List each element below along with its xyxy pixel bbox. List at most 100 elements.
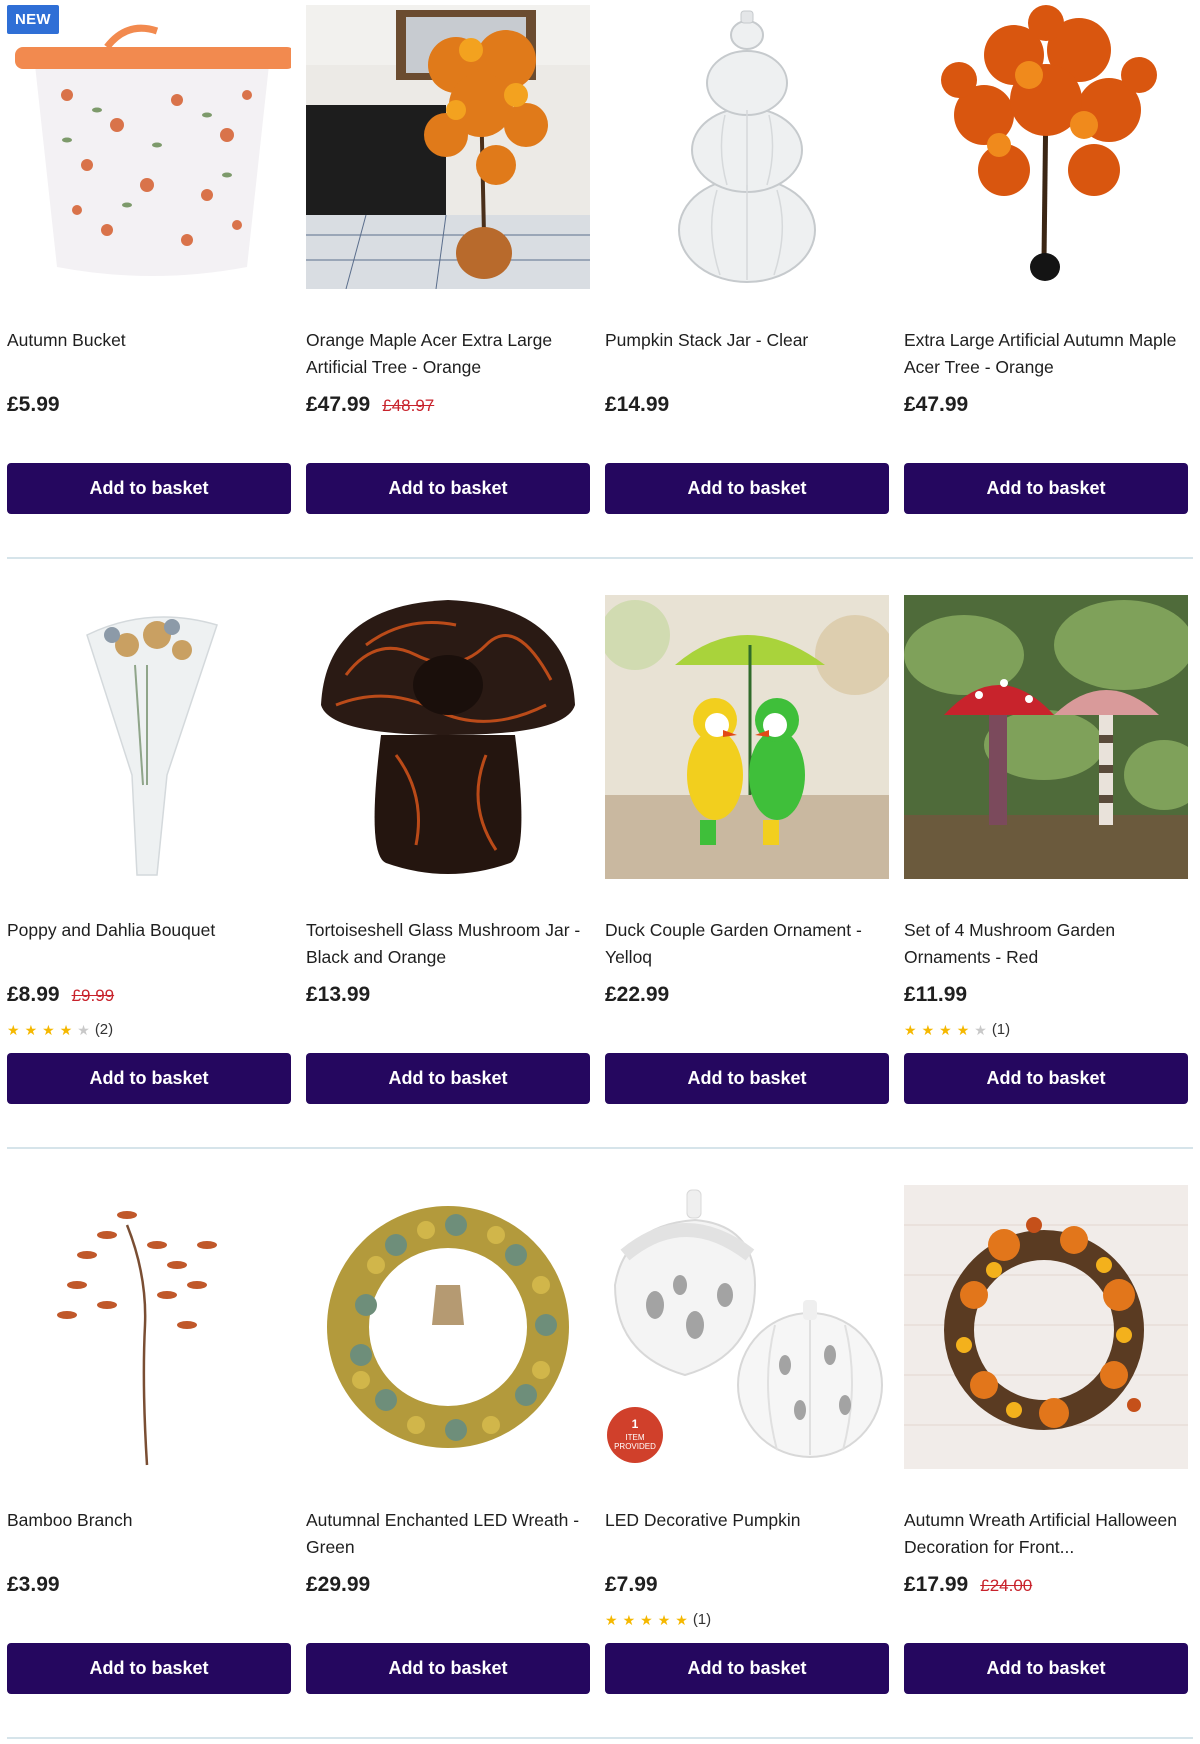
pumpkin-jar-image <box>678 10 816 283</box>
star-rating[interactable]: ★ ★ ★ ★ ★ (1) <box>904 1021 1010 1038</box>
was-price: £48.97 <box>382 396 435 415</box>
product-row: NEW Autumn Bucket £5.99 Add to basket Or… <box>7 5 1193 559</box>
product-price: £13.99 <box>306 983 371 1006</box>
star-icon: ★ <box>640 1611 653 1628</box>
add-to-basket-button[interactable]: Add to basket <box>7 1053 291 1104</box>
add-to-basket-button[interactable]: Add to basket <box>605 463 889 514</box>
row-divider <box>7 1147 1193 1149</box>
row-divider <box>7 1737 1193 1739</box>
price-block: £13.99 <box>306 983 370 1007</box>
product-grid: NEW Autumn Bucket £5.99 Add to basket Or… <box>7 5 1193 1739</box>
product-image[interactable] <box>306 595 590 879</box>
product-name[interactable]: Set of 4 Mushroom Garden Ornaments - Red <box>904 917 1188 971</box>
product-image[interactable] <box>904 1185 1188 1469</box>
product-price: £22.99 <box>605 983 670 1006</box>
star-icon: ★ <box>605 1611 618 1628</box>
product-name[interactable]: Duck Couple Garden Ornament - Yelloq <box>605 917 889 971</box>
product-card: Autumn Wreath Artificial Halloween Decor… <box>904 1185 1188 1739</box>
product-name[interactable]: LED Decorative Pumpkin <box>605 1507 889 1534</box>
product-name[interactable]: Extra Large Artificial Autumn Maple Acer… <box>904 327 1188 381</box>
add-to-basket-button[interactable]: Add to basket <box>904 463 1188 514</box>
add-to-basket-button[interactable]: Add to basket <box>306 1643 590 1694</box>
product-card: 1 ITEM PROVIDED LED Decorative Pumpkin £… <box>605 1185 889 1739</box>
star-icon: ★ <box>939 1021 952 1038</box>
price-block: £11.99 <box>904 983 967 1007</box>
star-icon: ★ <box>675 1611 688 1628</box>
product-card: Set of 4 Mushroom Garden Ornaments - Red… <box>904 595 1188 1149</box>
product-card: NEW Autumn Bucket £5.99 Add to basket <box>7 5 291 559</box>
was-price: £9.99 <box>71 986 115 1005</box>
add-to-basket-button[interactable]: Add to basket <box>605 1643 889 1694</box>
product-card: Autumnal Enchanted LED Wreath - Green £2… <box>306 1185 590 1739</box>
product-name[interactable]: Poppy and Dahlia Bouquet <box>7 917 291 944</box>
star-icon: ★ <box>657 1611 671 1628</box>
price-block: £3.99 <box>7 1573 60 1597</box>
product-name[interactable]: Autumn Wreath Artificial Halloween Decor… <box>904 1507 1188 1561</box>
large-maple-tree-image <box>941 5 1157 281</box>
mushroom-jar-image <box>321 600 575 874</box>
review-count: (1) <box>991 1021 1011 1038</box>
product-image[interactable] <box>605 595 889 879</box>
product-row: Poppy and Dahlia Bouquet £8.99 £9.99 ★ ★… <box>7 595 1193 1149</box>
product-name[interactable]: Orange Maple Acer Extra Large Artificial… <box>306 327 590 381</box>
add-to-basket-button[interactable]: Add to basket <box>904 1643 1188 1694</box>
price-block: £22.99 <box>605 983 669 1007</box>
product-name[interactable]: Autumnal Enchanted LED Wreath - Green <box>306 1507 590 1561</box>
item-provided-sticker-count: 1 <box>632 1417 639 1431</box>
star-icon: ★ <box>42 1021 55 1038</box>
product-name[interactable]: Tortoiseshell Glass Mushroom Jar - Black… <box>306 917 590 971</box>
add-to-basket-button[interactable]: Add to basket <box>306 1053 590 1104</box>
autumn-bucket-image <box>15 24 291 276</box>
product-image[interactable] <box>306 5 590 289</box>
star-icon: ★ <box>7 1021 20 1038</box>
price-block: £5.99 <box>7 393 60 417</box>
add-to-basket-button[interactable]: Add to basket <box>904 1053 1188 1104</box>
product-card: Orange Maple Acer Extra Large Artificial… <box>306 5 590 559</box>
review-count: (2) <box>94 1021 114 1038</box>
mushroom-ornaments-image <box>904 595 1188 879</box>
review-count: (1) <box>692 1611 712 1628</box>
product-name[interactable]: Autumn Bucket <box>7 327 291 354</box>
product-image[interactable] <box>904 595 1188 879</box>
product-card: Extra Large Artificial Autumn Maple Acer… <box>904 5 1188 559</box>
product-name[interactable]: Bamboo Branch <box>7 1507 291 1534</box>
product-image[interactable] <box>605 5 889 289</box>
product-image[interactable] <box>904 5 1188 289</box>
product-card: Poppy and Dahlia Bouquet £8.99 £9.99 ★ ★… <box>7 595 291 1149</box>
add-to-basket-button[interactable]: Add to basket <box>605 1053 889 1104</box>
product-card: Tortoiseshell Glass Mushroom Jar - Black… <box>306 595 590 1149</box>
product-image[interactable] <box>7 1185 291 1469</box>
price-block: £7.99 <box>605 1573 658 1597</box>
was-price: £24.00 <box>980 1576 1033 1595</box>
item-provided-sticker-line1: ITEM <box>625 1433 644 1442</box>
product-image[interactable] <box>306 1185 590 1469</box>
product-card: Duck Couple Garden Ornament - Yelloq £22… <box>605 595 889 1149</box>
product-price: £29.99 <box>306 1573 371 1596</box>
product-price: £11.99 <box>904 983 968 1006</box>
product-price: £47.99 <box>306 393 371 416</box>
add-to-basket-button[interactable]: Add to basket <box>7 463 291 514</box>
price-block: £14.99 <box>605 393 669 417</box>
star-rating[interactable]: ★ ★ ★ ★ ★ (2) <box>7 1021 113 1038</box>
led-wreath-image <box>327 1206 569 1448</box>
product-price: £17.99 <box>904 1573 969 1596</box>
led-pumpkin-image: 1 ITEM PROVIDED <box>607 1189 883 1463</box>
add-to-basket-button[interactable]: Add to basket <box>306 463 590 514</box>
product-image[interactable]: NEW <box>7 5 291 289</box>
price-block: £47.99 £48.97 <box>306 393 434 417</box>
product-name[interactable]: Pumpkin Stack Jar - Clear <box>605 327 889 354</box>
price-block: £8.99 £9.99 <box>7 983 114 1007</box>
star-icon: ★ <box>921 1021 935 1038</box>
add-to-basket-button[interactable]: Add to basket <box>7 1643 291 1694</box>
bamboo-branch-image <box>57 1211 217 1466</box>
star-icon: ★ <box>77 1021 90 1038</box>
product-price: £5.99 <box>7 393 60 416</box>
price-block: £29.99 <box>306 1573 370 1597</box>
product-image[interactable]: 1 ITEM PROVIDED <box>605 1185 889 1469</box>
product-image[interactable] <box>7 595 291 879</box>
product-price: £7.99 <box>605 1573 658 1596</box>
star-icon: ★ <box>59 1021 73 1038</box>
new-badge: NEW <box>7 5 59 34</box>
star-rating[interactable]: ★ ★ ★ ★ ★ (1) <box>605 1611 711 1628</box>
product-card: Bamboo Branch £3.99 Add to basket <box>7 1185 291 1739</box>
